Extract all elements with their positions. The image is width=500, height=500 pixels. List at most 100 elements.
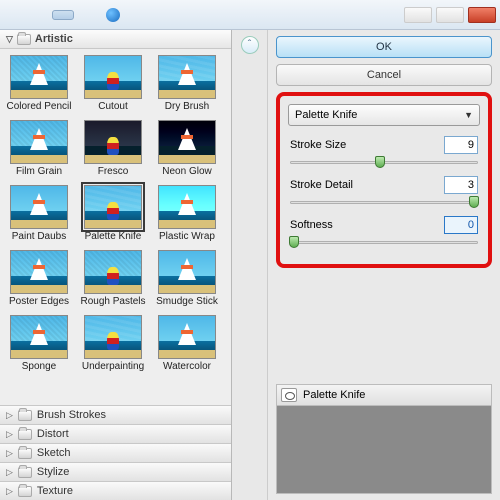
thumbnail-label: Poster Edges [3, 296, 75, 307]
slider-thumb[interactable] [289, 236, 299, 248]
category-brush-strokes[interactable]: ▷ Brush Strokes [0, 405, 231, 424]
thumbnail-label: Colored Pencil [3, 101, 75, 112]
thumbnail-icon [158, 250, 216, 294]
close-button[interactable] [468, 7, 496, 23]
thumbnail-icon [10, 55, 68, 99]
param-softness: Softness [290, 216, 478, 250]
minimize-button[interactable] [404, 7, 432, 23]
thumbnail-label: Paint Daubs [3, 231, 75, 242]
thumbnail-icon [84, 55, 142, 99]
thumbnail-label: Cutout [77, 101, 149, 112]
thumbnail-label: Smudge Stick [151, 296, 223, 307]
param-slider[interactable] [290, 196, 478, 210]
filter-thumb-poster-edges[interactable]: Poster Edges [2, 248, 76, 313]
filter-thumb-rough-pastels[interactable]: Rough Pastels [76, 248, 150, 313]
disclosure-right-icon: ▷ [6, 410, 13, 421]
param-stroke-size: Stroke Size [290, 136, 478, 170]
thumbnail-label: Rough Pastels [77, 296, 149, 307]
filter-thumb-dry-brush[interactable]: Dry Brush [150, 53, 224, 118]
category-label: Stylize [37, 466, 69, 478]
layer-row[interactable]: Palette Knife [277, 385, 491, 406]
category-sketch[interactable]: ▷ Sketch [0, 443, 231, 462]
visibility-eye-icon[interactable] [281, 388, 297, 402]
folder-icon [18, 486, 32, 497]
thumbnail-label: Dry Brush [151, 101, 223, 112]
disclosure-right-icon: ▷ [6, 467, 13, 478]
thumbnail-icon [158, 315, 216, 359]
thumbnail-icon [10, 185, 68, 229]
folder-icon [18, 429, 32, 440]
thumbnail-label: Sponge [3, 361, 75, 372]
filter-select[interactable]: Palette Knife ▼ [288, 104, 480, 126]
thumbnail-label: Film Grain [3, 166, 75, 177]
filter-thumb-underpainting[interactable]: Underpainting [76, 313, 150, 378]
thumbnail-icon [84, 120, 142, 164]
ok-button[interactable]: OK [276, 36, 492, 58]
filter-gallery-pane: ▽ Artistic Colored PencilCutoutDry Brush… [0, 30, 232, 500]
thumbnail-label: Watercolor [151, 361, 223, 372]
thumbnail-icon [158, 120, 216, 164]
effect-layers-panel: Palette Knife [276, 384, 492, 494]
thumbnail-label: Underpainting [77, 361, 149, 372]
filter-thumb-plastic-wrap[interactable]: Plastic Wrap [150, 183, 224, 248]
category-stylize[interactable]: ▷ Stylize [0, 462, 231, 481]
filter-thumb-paint-daubs[interactable]: Paint Daubs [2, 183, 76, 248]
thumbnail-icon [84, 250, 142, 294]
slider-thumb[interactable] [375, 156, 385, 168]
category-texture[interactable]: ▷Texture [0, 481, 231, 500]
filter-thumb-fresco[interactable]: Fresco [76, 118, 150, 183]
disclosure-right-icon: ▷ [6, 448, 13, 459]
filter-thumb-watercolor[interactable]: Watercolor [150, 313, 224, 378]
thumbnail-icon [84, 315, 142, 359]
menu-item[interactable] [28, 10, 50, 20]
highlight-annotation: Palette Knife ▼ Stroke Size Stroke Detail… [276, 92, 492, 268]
param-slider[interactable] [290, 236, 478, 250]
menu-item-active[interactable] [52, 10, 74, 20]
thumbnail-label: Neon Glow [151, 166, 223, 177]
menu-item[interactable] [76, 10, 98, 20]
category-label: Artistic [35, 33, 73, 45]
param-stroke-detail: Stroke Detail [290, 176, 478, 210]
category-label: Sketch [37, 447, 71, 459]
filter-thumb-neon-glow[interactable]: Neon Glow [150, 118, 224, 183]
cancel-button[interactable]: Cancel [276, 64, 492, 86]
slider-thumb[interactable] [469, 196, 479, 208]
panel-divider: ˆ [232, 30, 268, 500]
menu-item[interactable] [4, 10, 26, 20]
folder-icon [17, 34, 31, 45]
filter-thumb-film-grain[interactable]: Film Grain [2, 118, 76, 183]
category-label: Brush Strokes [37, 409, 106, 421]
disclosure-down-icon: ▽ [6, 34, 13, 45]
folder-icon [18, 410, 32, 421]
param-value-input[interactable] [444, 176, 478, 194]
param-label: Stroke Detail [290, 179, 353, 191]
maximize-button[interactable] [436, 7, 464, 23]
thumbnail-icon [10, 250, 68, 294]
layer-stack-body [277, 406, 491, 493]
menubar [0, 0, 500, 30]
param-value-input[interactable] [444, 216, 478, 234]
filter-select-value: Palette Knife [295, 109, 357, 121]
thumbnail-label: Plastic Wrap [151, 231, 223, 242]
param-label: Stroke Size [290, 139, 346, 151]
category-label: Distort [37, 428, 69, 440]
filter-thumb-cutout[interactable]: Cutout [76, 53, 150, 118]
category-distort[interactable]: ▷Distort [0, 424, 231, 443]
param-value-input[interactable] [444, 136, 478, 154]
category-label: Texture [37, 485, 73, 497]
thumbnail-icon [10, 120, 68, 164]
thumbnail-icon [84, 185, 142, 229]
category-header-artistic[interactable]: ▽ Artistic [0, 30, 231, 49]
filter-thumb-smudge-stick[interactable]: Smudge Stick [150, 248, 224, 313]
filter-thumb-palette-knife[interactable]: Palette Knife [76, 183, 150, 248]
settings-pane: OK Cancel Palette Knife ▼ Stroke Size Str… [268, 30, 500, 500]
thumbnail-label: Fresco [77, 166, 149, 177]
collapse-toggle[interactable]: ˆ [241, 36, 259, 54]
chevron-down-icon: ▼ [464, 110, 473, 120]
param-label: Softness [290, 219, 333, 231]
filter-thumb-sponge[interactable]: Sponge [2, 313, 76, 378]
param-slider[interactable] [290, 156, 478, 170]
app-logo-icon [106, 8, 120, 22]
filter-thumb-colored-pencil[interactable]: Colored Pencil [2, 53, 76, 118]
folder-icon [18, 467, 32, 478]
